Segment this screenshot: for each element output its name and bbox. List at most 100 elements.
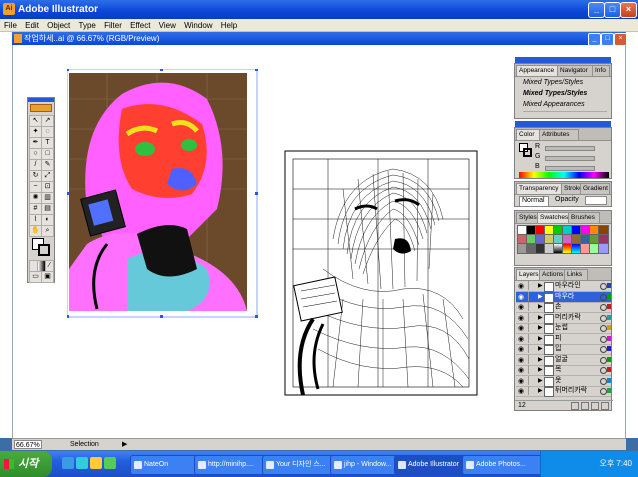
lock-toggle[interactable]	[528, 302, 537, 311]
expand-triangle-icon[interactable]: ▶	[538, 344, 543, 354]
eye-icon[interactable]: ◉	[518, 335, 524, 345]
target-icon[interactable]	[600, 377, 607, 385]
layer-row[interactable]: ◉ ▶ 눈썹	[516, 323, 611, 334]
status-menu-arrow-icon[interactable]: ▶	[122, 440, 127, 448]
expand-triangle-icon[interactable]: ▶	[538, 292, 543, 302]
layer-row[interactable]: ◉ ▶ 옷	[516, 375, 611, 387]
lock-toggle[interactable]	[528, 365, 537, 374]
eye-icon[interactable]: ◉	[518, 314, 524, 324]
swatch-grid[interactable]	[517, 225, 610, 259]
green-slider[interactable]	[545, 156, 595, 161]
tab-links[interactable]: Links	[564, 269, 588, 280]
target-icon[interactable]	[600, 283, 607, 290]
illustrator-logo-tool[interactable]	[30, 104, 52, 112]
target-icon[interactable]	[600, 304, 607, 311]
menu-file[interactable]: File	[0, 19, 20, 32]
appearance-footer-buttons[interactable]	[523, 111, 607, 118]
lock-toggle[interactable]	[528, 354, 537, 364]
eye-icon[interactable]: ◉	[518, 324, 524, 334]
target-icon[interactable]	[600, 356, 607, 364]
expand-triangle-icon[interactable]: ▶	[538, 355, 543, 365]
swatch[interactable]	[598, 243, 609, 254]
lock-toggle[interactable]	[528, 281, 537, 290]
lock-toggle[interactable]	[528, 375, 537, 385]
layer-row[interactable]: ◉ ▶ 머리카락	[516, 312, 611, 324]
new-sublayer-icon[interactable]	[581, 402, 589, 410]
red-slider[interactable]	[545, 146, 595, 151]
eye-icon[interactable]: ◉	[518, 345, 524, 355]
screen-mode-full-icon[interactable]: ▣	[41, 271, 54, 283]
tab-navigator[interactable]: Navigator	[557, 65, 597, 76]
target-icon[interactable]	[600, 314, 607, 322]
menu-window[interactable]: Window	[181, 19, 215, 32]
expand-triangle-icon[interactable]: ▶	[538, 365, 543, 375]
artboard-canvas[interactable]: ↖ ↗ ✦ ◌ ✒ T ○ □ / ✎ ↻ ⤢ ~ ⊡ ✺ ▥ # ▤ ⌇ ◐ …	[12, 45, 626, 438]
target-icon[interactable]	[600, 367, 607, 374]
lock-toggle[interactable]	[528, 344, 537, 353]
target-icon[interactable]	[600, 346, 607, 353]
menu-filter[interactable]: Filter	[101, 19, 125, 32]
stroke-color-swatch[interactable]	[523, 148, 532, 157]
layer-row[interactable]: ◉ ▶ 피	[516, 333, 611, 345]
menu-view[interactable]: View	[156, 19, 179, 32]
zoom-field[interactable]: 66.67%	[14, 440, 42, 449]
lock-toggle[interactable]	[528, 312, 537, 322]
expand-triangle-icon[interactable]: ▶	[538, 302, 543, 312]
layer-row[interactable]: ◉ ▶ 뒤머리카락	[516, 386, 611, 397]
tab-gradient[interactable]: Gradient	[580, 183, 610, 194]
layer-row[interactable]: ◉ ▶ 마우라	[516, 291, 611, 303]
menu-type[interactable]: Type	[76, 19, 99, 32]
outline-artwork[interactable]	[283, 149, 483, 399]
tab-appearance[interactable]: Appearance	[516, 65, 562, 76]
menu-edit[interactable]: Edit	[22, 19, 42, 32]
lock-toggle[interactable]	[528, 291, 537, 301]
expand-triangle-icon[interactable]: ▶	[538, 376, 543, 386]
make-clipping-mask-icon[interactable]	[571, 402, 579, 410]
media-icon[interactable]	[104, 457, 116, 469]
start-button[interactable]: 시작	[0, 451, 52, 477]
show-desktop-icon[interactable]	[62, 457, 74, 469]
tab-transparency[interactable]: Transparency	[516, 183, 566, 194]
zoom-tool-icon[interactable]: ⌕	[41, 225, 54, 237]
layer-row[interactable]: ◉ ▶ 손	[516, 302, 611, 313]
menu-object[interactable]: Object	[44, 19, 73, 32]
tab-info[interactable]: Info	[592, 65, 610, 76]
clock[interactable]: 오후 7:40	[599, 459, 632, 468]
target-icon[interactable]	[600, 335, 607, 343]
eye-icon[interactable]: ◉	[518, 356, 524, 366]
expand-triangle-icon[interactable]: ▶	[538, 386, 543, 396]
expand-triangle-icon[interactable]: ▶	[538, 281, 543, 291]
lock-toggle[interactable]	[528, 333, 537, 343]
expand-triangle-icon[interactable]: ▶	[538, 334, 543, 344]
eye-icon[interactable]: ◉	[518, 293, 524, 303]
target-icon[interactable]	[600, 293, 607, 301]
expand-triangle-icon[interactable]: ▶	[538, 313, 543, 323]
lock-toggle[interactable]	[528, 386, 537, 395]
opacity-field[interactable]	[585, 196, 607, 205]
layer-row[interactable]: ◉ ▶ 얼굴	[516, 354, 611, 366]
close-button[interactable]: ×	[620, 2, 637, 18]
layer-row[interactable]: ◉ ▶ 목	[516, 365, 611, 376]
lock-toggle[interactable]	[528, 323, 537, 332]
blend-mode-select[interactable]: Normal	[519, 196, 549, 207]
eye-icon[interactable]: ◉	[518, 387, 524, 397]
messenger-icon[interactable]	[90, 457, 102, 469]
eye-icon[interactable]: ◉	[518, 303, 524, 313]
new-layer-icon[interactable]	[591, 402, 599, 410]
colored-artwork[interactable]	[67, 69, 259, 319]
target-icon[interactable]	[600, 388, 607, 395]
eye-icon[interactable]: ◉	[518, 377, 524, 387]
tab-attributes[interactable]: Attributes	[539, 129, 579, 140]
menu-help[interactable]: Help	[218, 19, 240, 32]
tab-brushes[interactable]: Brushes	[568, 212, 600, 223]
blue-slider[interactable]	[545, 166, 595, 171]
layer-row[interactable]: ◉ ▶ 입	[516, 344, 611, 355]
ie-icon[interactable]	[76, 457, 88, 469]
eye-icon[interactable]: ◉	[518, 282, 524, 292]
maximize-button[interactable]: □	[604, 2, 621, 18]
color-spectrum[interactable]	[519, 172, 609, 178]
status-mode[interactable]: Selection	[70, 440, 99, 449]
trash-icon[interactable]	[601, 402, 609, 410]
task-photoshop[interactable]: Adobe Photos...	[462, 455, 543, 475]
eye-icon[interactable]: ◉	[518, 366, 524, 376]
